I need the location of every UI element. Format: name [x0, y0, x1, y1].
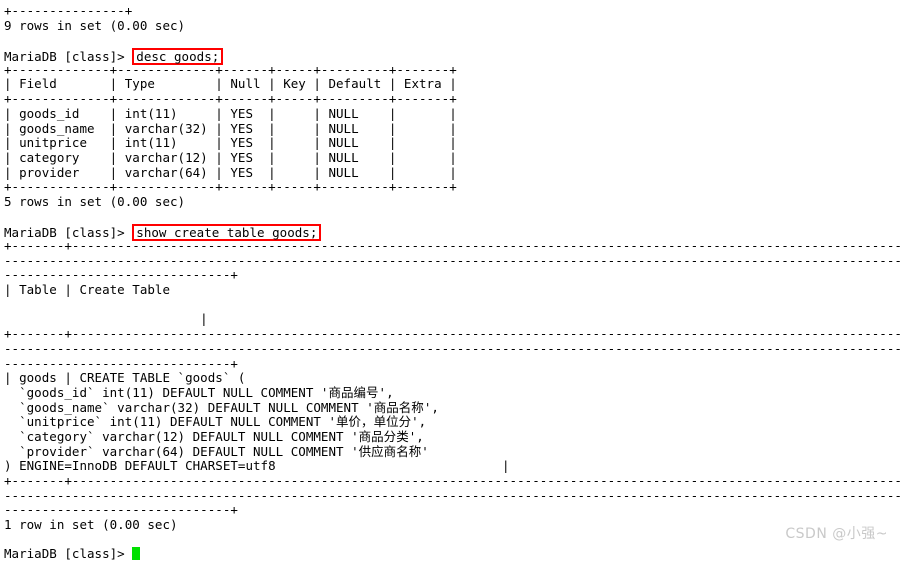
- table-row: | provider | varchar(64) | YES | | NULL …: [4, 164, 457, 180]
- create-table-header: | Table | Create Table: [4, 282, 171, 298]
- create-table-ddl-line: `unitprice` int(11) DEFAULT NULL COMMENT…: [4, 414, 427, 430]
- table-row: | unitprice | int(11) | YES | | NULL | |: [4, 135, 457, 151]
- create-separator-wrap-2: ----------------------------------------…: [4, 252, 904, 268]
- prompt-line-active[interactable]: MariaDB [class]>: [4, 547, 904, 562]
- table-row: | category | varchar(12) | YES | | NULL …: [4, 149, 457, 165]
- create-separator-wrap-1: +-------+-------------------------------…: [4, 473, 904, 488]
- create-table-ddl-line: ) ENGINE=InnoDB DEFAULT CHARSET=utf8 |: [4, 458, 510, 474]
- create-separator-wrap-1: +-------+-------------------------------…: [4, 238, 904, 253]
- table-row: | goods_id | int(11) | YES | | NULL | |: [4, 105, 457, 121]
- create-status-line: 1 row in set (0.00 sec): [4, 517, 178, 533]
- create-separator-wrap-2: ----------------------------------------…: [4, 340, 904, 356]
- create-table-ddl-line: `provider` varchar(64) DEFAULT NULL COMM…: [4, 443, 429, 459]
- create-separator-wrap-3: ------------------------------+: [4, 502, 238, 518]
- table-row: | goods_name | varchar(32) | YES | | NUL…: [4, 120, 457, 136]
- create-separator-wrap-3: ------------------------------+: [4, 355, 238, 371]
- create-separator-wrap-1: +-------+-------------------------------…: [4, 326, 904, 342]
- terminal-window[interactable]: +---------------+ 9 rows in set (0.00 se…: [0, 0, 904, 561]
- create-separator-wrap-2: ----------------------------------------…: [4, 487, 904, 503]
- prompt-line-show-create[interactable]: MariaDB [class]> show create table goods…: [4, 224, 904, 242]
- create-table-header-continuation: |: [4, 311, 208, 327]
- csdn-watermark: CSDN @小强~: [785, 526, 888, 542]
- prompt-label: MariaDB [class]>: [4, 546, 133, 562]
- create-table-ddl-line: `goods_name` varchar(32) DEFAULT NULL CO…: [4, 399, 439, 415]
- status-rows-in-set: 9 rows in set (0.00 sec): [4, 17, 186, 33]
- create-table-ddl-line: `goods_id` int(11) DEFAULT NULL COMMENT …: [4, 384, 394, 400]
- prompt-line-desc[interactable]: MariaDB [class]> desc goods;: [4, 48, 904, 66]
- desc-table-header: | Field | Type | Null | Key | Default | …: [4, 76, 457, 92]
- desc-status-line: 5 rows in set (0.00 sec): [4, 193, 186, 209]
- desc-table-separator-top: +-------------+-------------+------+----…: [4, 61, 457, 77]
- text-cursor: [132, 547, 141, 561]
- create-table-ddl-line: | goods | CREATE TABLE `goods` (: [4, 370, 246, 386]
- desc-table-separator-bottom: +-------------+-------------+------+----…: [4, 179, 457, 195]
- desc-table-separator-header: +-------------+-------------+------+----…: [4, 91, 457, 107]
- create-table-ddl-line: `category` varchar(12) DEFAULT NULL COMM…: [4, 428, 424, 444]
- create-separator-wrap-3: ------------------------------+: [4, 267, 238, 283]
- separator-line-top: +---------------+: [4, 3, 133, 18]
